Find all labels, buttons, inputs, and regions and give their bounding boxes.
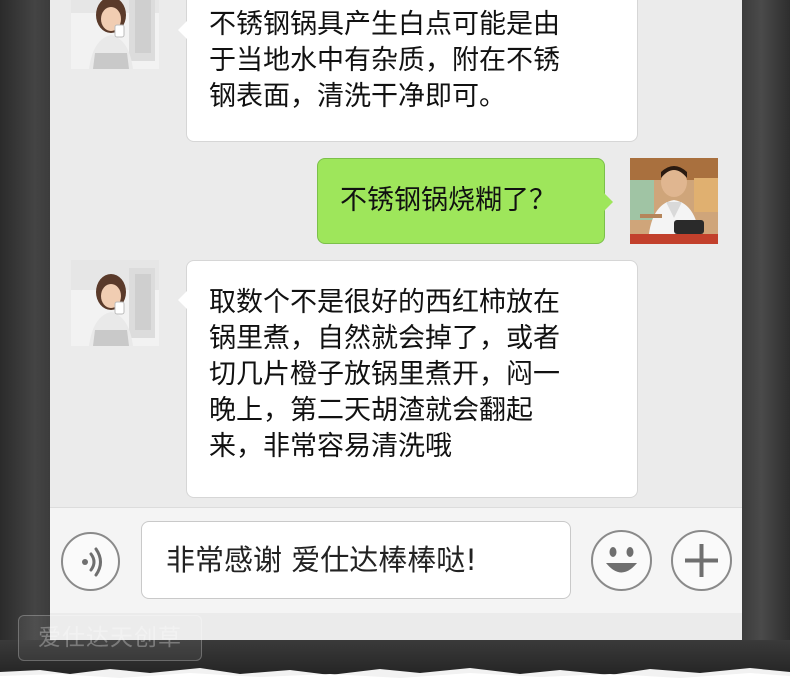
bubble-tail (178, 21, 187, 39)
bubble-tail (178, 291, 187, 309)
message-bubble[interactable]: 不锈钢锅具产生白点可能是由 于当地水中有杂质，附在不锈 钢表面，清洗干净即可。 (178, 0, 638, 142)
message-text-line: 锅里煮，自然就会掉了，或者 (209, 323, 560, 354)
message-text-line: 于当地水中有杂质，附在不锈 (209, 45, 560, 76)
right-frame (742, 0, 790, 684)
message-text-line: 钢表面，清洗干净即可。 (209, 81, 506, 112)
bubble-tail (604, 193, 613, 211)
voice-icon (82, 547, 102, 577)
message-text-line: 不锈钢锅烧糊了？ (340, 185, 556, 216)
message-input[interactable]: 非常感谢 爱仕达棒棒哒! (141, 521, 571, 599)
message-text-line: 晚上，第二天胡渣就会翻起 (209, 395, 533, 426)
emoji-icon (606, 547, 637, 573)
male-chef-avatar[interactable] (630, 158, 718, 244)
chat-window: 不锈钢锅具产生白点可能是由 于当地水中有杂质，附在不锈 钢表面，清洗干净即可。 … (50, 0, 742, 640)
torn-paper-edge (0, 668, 790, 684)
message-bubble-self[interactable]: 不锈钢锅烧糊了？ (317, 158, 613, 244)
message-text-line: 来，非常容易清洗哦 (209, 431, 452, 462)
message-text-line: 切几片橙子放锅里煮开，闷一 (209, 359, 560, 390)
message-text-line: 不锈钢锅具产生白点可能是由 (209, 9, 560, 40)
watermark: 爱仕达天创草 (18, 615, 202, 661)
female-avatar[interactable] (71, 260, 159, 346)
input-bar: 非常感谢 爱仕达棒棒哒! (50, 507, 742, 613)
voice-button[interactable] (61, 532, 120, 591)
plus-icon (685, 544, 718, 577)
message-bubble[interactable]: 取数个不是很好的西红柿放在 锅里煮，自然就会掉了，或者 切几片橙子放锅里煮开，闷… (178, 260, 638, 498)
plus-button[interactable] (671, 530, 732, 591)
female-avatar[interactable] (71, 0, 159, 69)
left-frame (0, 0, 50, 684)
message-text-line: 取数个不是很好的西红柿放在 (209, 287, 560, 318)
emoji-button[interactable] (591, 530, 652, 591)
